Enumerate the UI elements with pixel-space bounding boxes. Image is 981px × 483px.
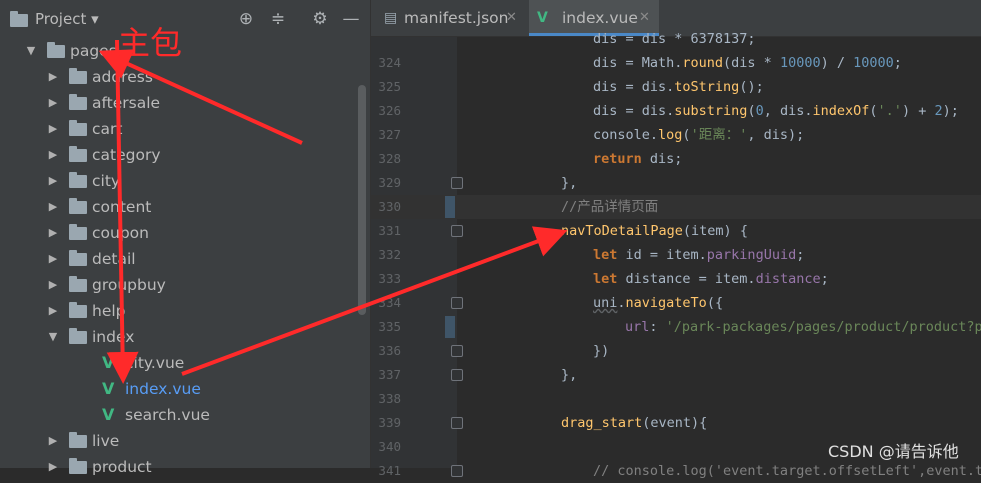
arrow-to-pages <box>98 49 303 145</box>
annotation-label: 主包 <box>118 24 183 62</box>
arrow-down-to-index-vue <box>106 39 139 384</box>
arrow-to-nav-function <box>181 226 568 376</box>
annotation-arrows <box>98 39 568 384</box>
ide-window: Project ▾ ⊕ ≑ ⚙ — ▼ pages ▶ address ▶ aftersa… <box>0 0 981 479</box>
watermark: CSDN @请告诉他 <box>828 442 959 461</box>
